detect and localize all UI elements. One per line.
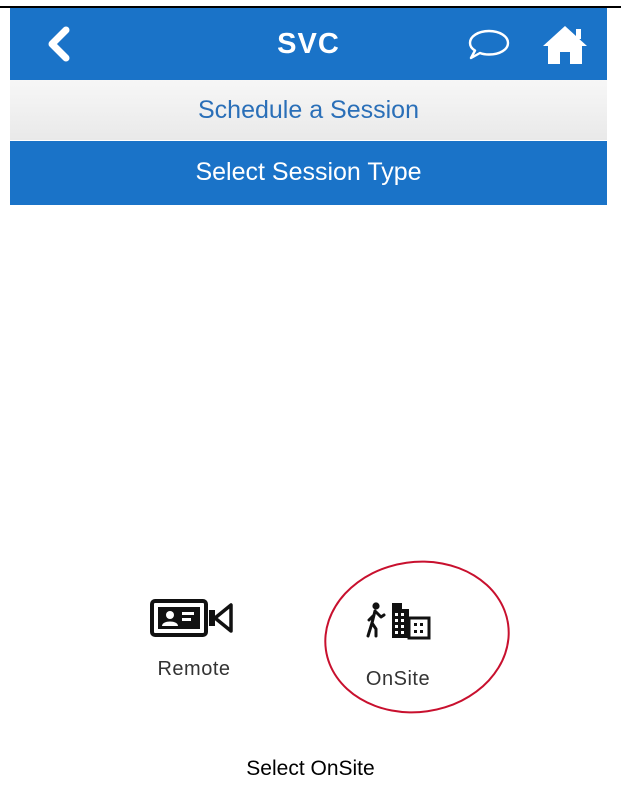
home-button[interactable] — [540, 23, 590, 67]
chevron-left-icon — [48, 26, 70, 62]
back-button[interactable] — [38, 22, 82, 66]
remote-session-option[interactable]: Remote — [134, 598, 254, 708]
schedule-session-header: Schedule a Session — [10, 80, 607, 140]
chat-bubble-icon — [468, 29, 510, 60]
home-icon — [543, 26, 587, 64]
video-call-icon — [150, 599, 233, 637]
onsite-session-option[interactable]: OnSite — [338, 600, 458, 710]
select-session-type-header: Select Session Type — [10, 141, 607, 205]
page: SVC Schedule a Session Select Session Ty… — [0, 0, 621, 797]
walk-to-building-icon — [366, 602, 431, 640]
app-title: SVC — [277, 28, 340, 60]
onsite-label: OnSite — [365, 668, 431, 690]
instruction-caption: Select OnSite — [246, 757, 375, 780]
app-bar: SVC — [10, 8, 607, 80]
remote-label: Remote — [157, 658, 231, 680]
app-screen: SVC Schedule a Session Select Session Ty… — [10, 8, 607, 708]
chat-button[interactable] — [466, 27, 512, 63]
